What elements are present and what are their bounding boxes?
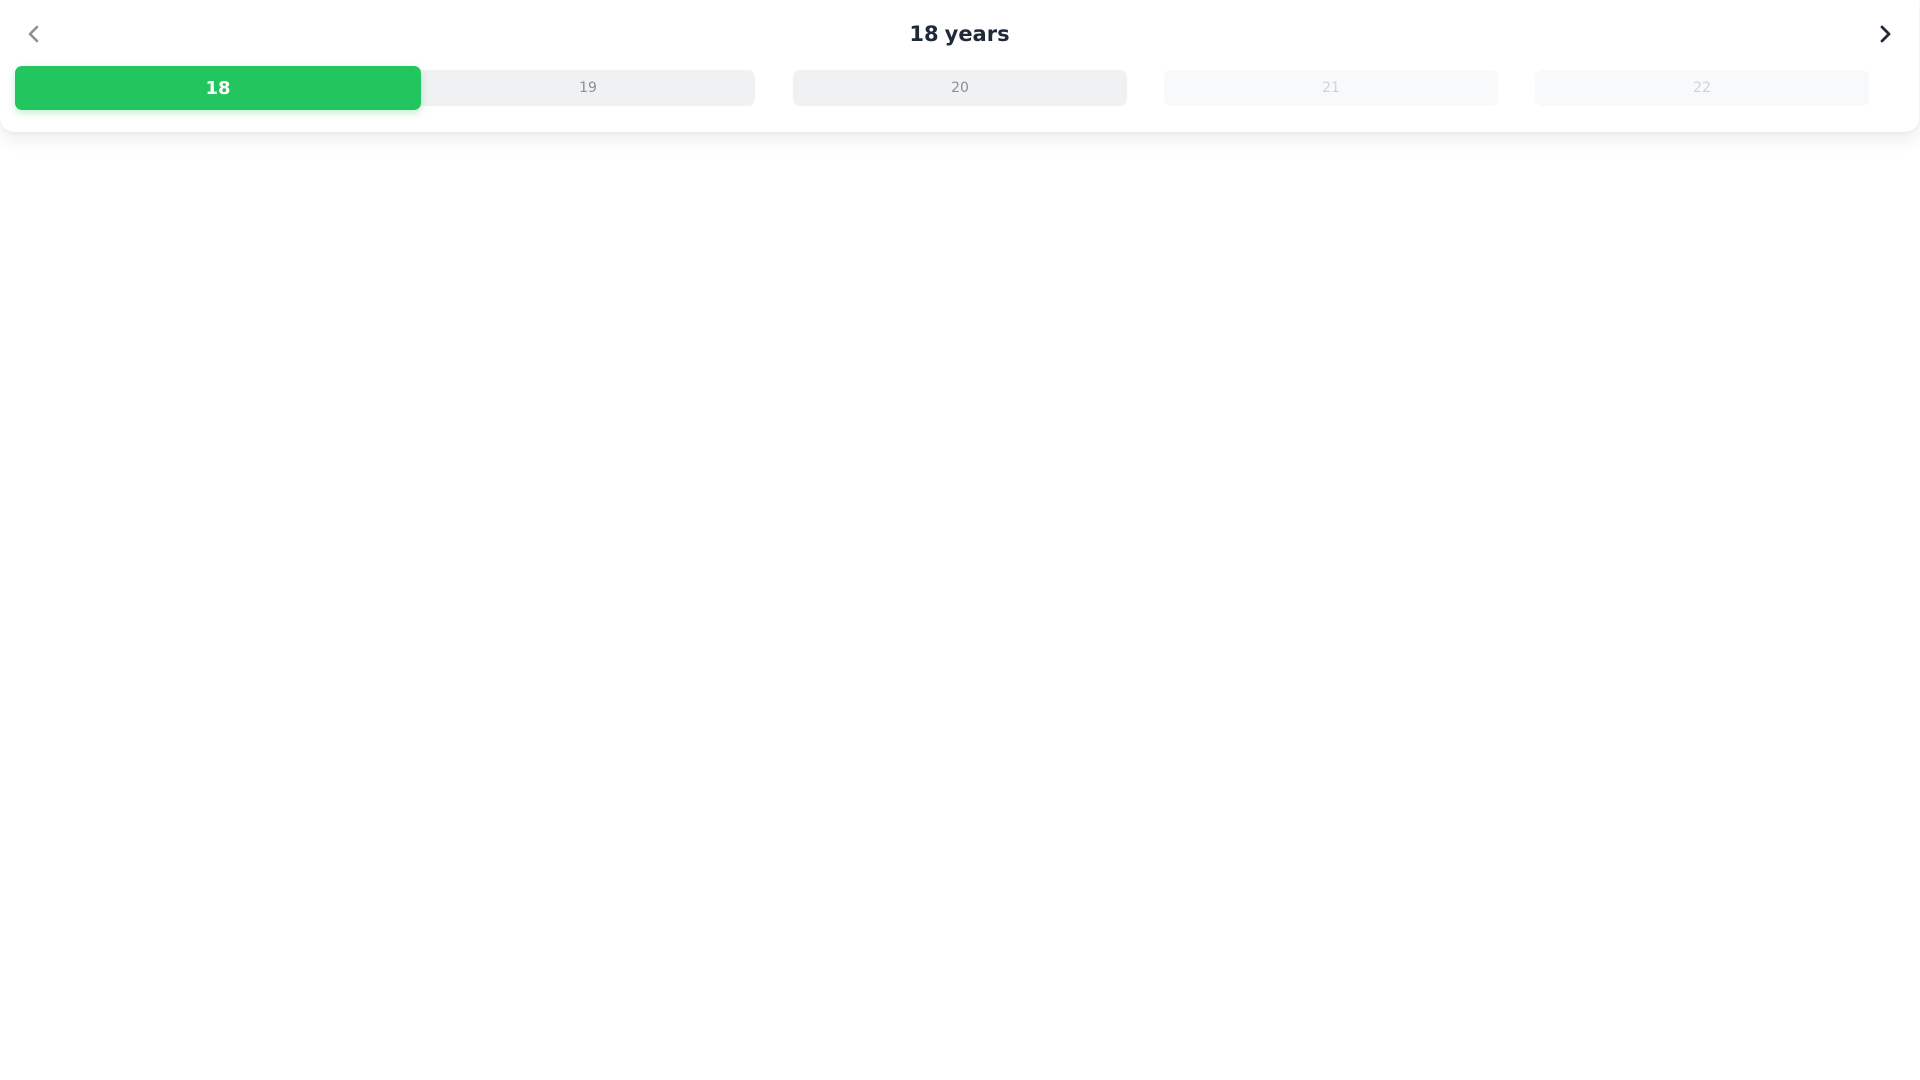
picker-title: 18 years [0,19,1919,49]
selected-value: 18 [909,22,939,46]
next-button[interactable] [1865,14,1905,54]
previous-button[interactable] [14,14,54,54]
age-option-label: 22 [1693,80,1711,96]
age-option-label: 19 [579,80,597,96]
age-option-18[interactable]: 18 [15,66,421,110]
chevron-left-icon [28,25,39,43]
age-options-track: 18 19 20 21 22 [15,66,1871,110]
age-option-label: 21 [1322,80,1340,96]
age-option-label: 18 [205,77,231,99]
age-picker: 18 years 18 19 20 21 22 [0,0,1919,132]
age-option-20[interactable]: 20 [793,70,1127,106]
age-option-21[interactable]: 21 [1164,70,1498,106]
chevron-right-icon [1880,25,1891,43]
age-option-19[interactable]: 19 [421,70,755,106]
age-option-22[interactable]: 22 [1535,70,1869,106]
age-option-label: 20 [951,80,969,96]
unit-label: years [944,22,1010,46]
